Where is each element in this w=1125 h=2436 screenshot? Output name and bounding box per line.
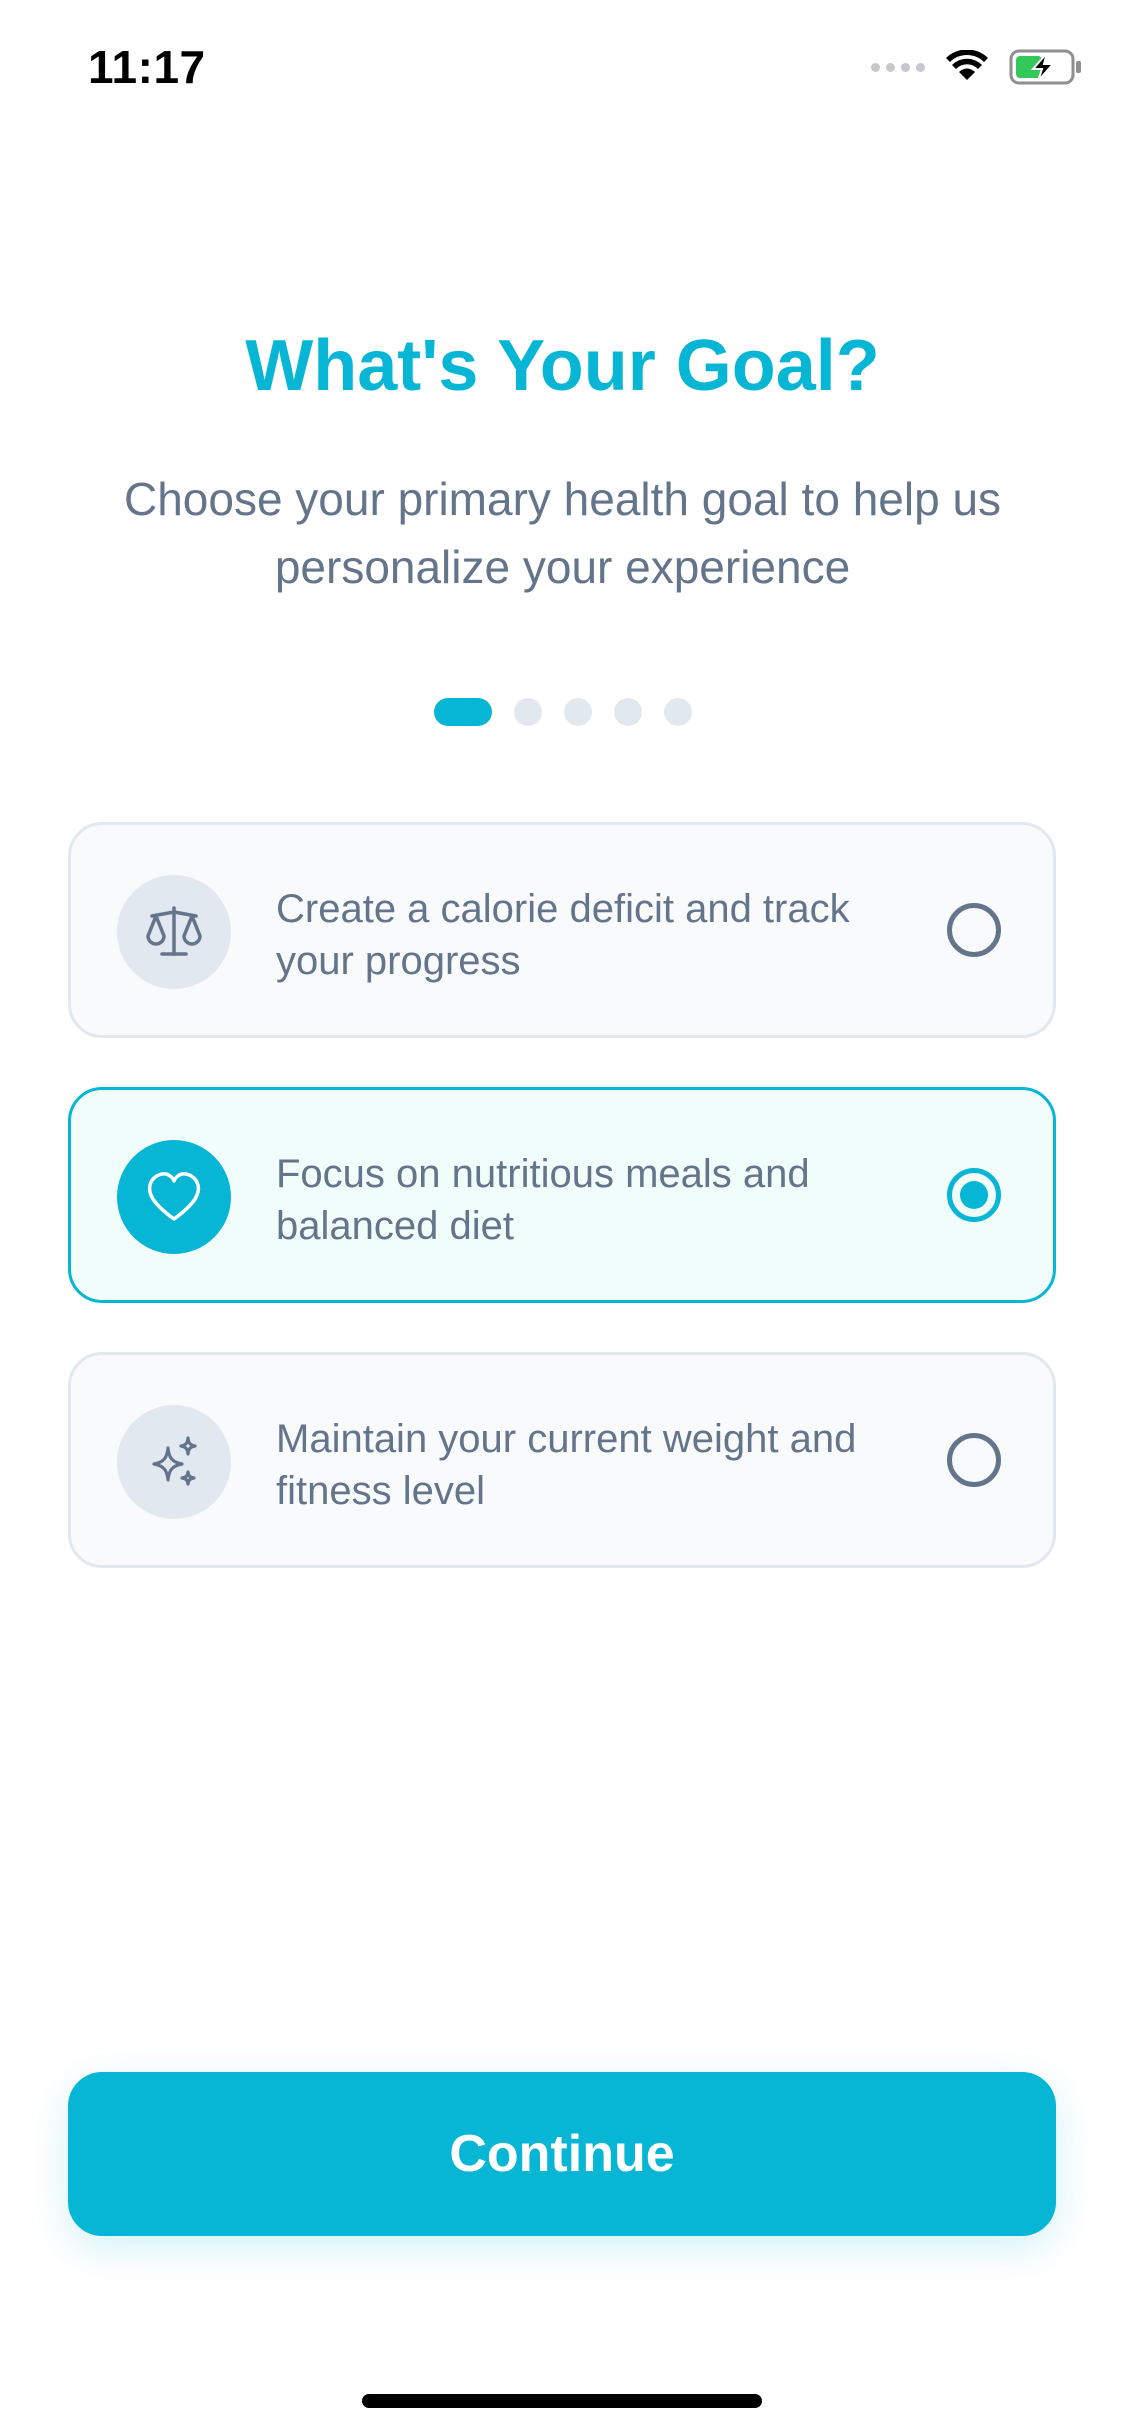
status-time: 11:17 bbox=[88, 41, 206, 93]
goal-option-maintain[interactable]: Maintain your current weight and fitness… bbox=[68, 1352, 1056, 1568]
step-indicator bbox=[434, 698, 692, 726]
radio-button-checked[interactable] bbox=[947, 1168, 1001, 1222]
battery-charging-icon bbox=[1009, 49, 1081, 85]
step-dot bbox=[564, 698, 592, 726]
radio-dot bbox=[960, 1181, 988, 1209]
step-dot bbox=[514, 698, 542, 726]
page-title: What's Your Goal? bbox=[245, 326, 880, 406]
status-icons bbox=[871, 48, 1083, 86]
step-dot bbox=[614, 698, 642, 726]
status-bar: 11:17 bbox=[0, 0, 1125, 140]
goal-description: Maintain your current weight and fitness… bbox=[276, 1417, 857, 1513]
step-dot bbox=[664, 698, 692, 726]
wifi-icon bbox=[946, 50, 988, 80]
cellular-signal-icon bbox=[871, 62, 925, 72]
scale-icon bbox=[117, 875, 231, 989]
step-dot-active bbox=[434, 698, 492, 726]
goal-description: Focus on nutritious meals and balanced d… bbox=[276, 1152, 810, 1248]
sparkles-icon bbox=[117, 1405, 231, 1519]
home-indicator[interactable] bbox=[362, 2394, 762, 2408]
page-subtitle: Choose your primary health goal to help … bbox=[123, 473, 1002, 593]
goal-option-nutrition[interactable]: Focus on nutritious meals and balanced d… bbox=[68, 1087, 1056, 1303]
continue-button[interactable]: Continue bbox=[68, 2072, 1056, 2236]
radio-button[interactable] bbox=[947, 903, 1001, 957]
radio-button[interactable] bbox=[947, 1433, 1001, 1487]
goal-option-calorie-deficit[interactable]: Create a calorie deficit and track your … bbox=[68, 822, 1056, 1038]
heart-icon bbox=[117, 1140, 231, 1254]
goal-description: Create a calorie deficit and track your … bbox=[276, 887, 850, 983]
